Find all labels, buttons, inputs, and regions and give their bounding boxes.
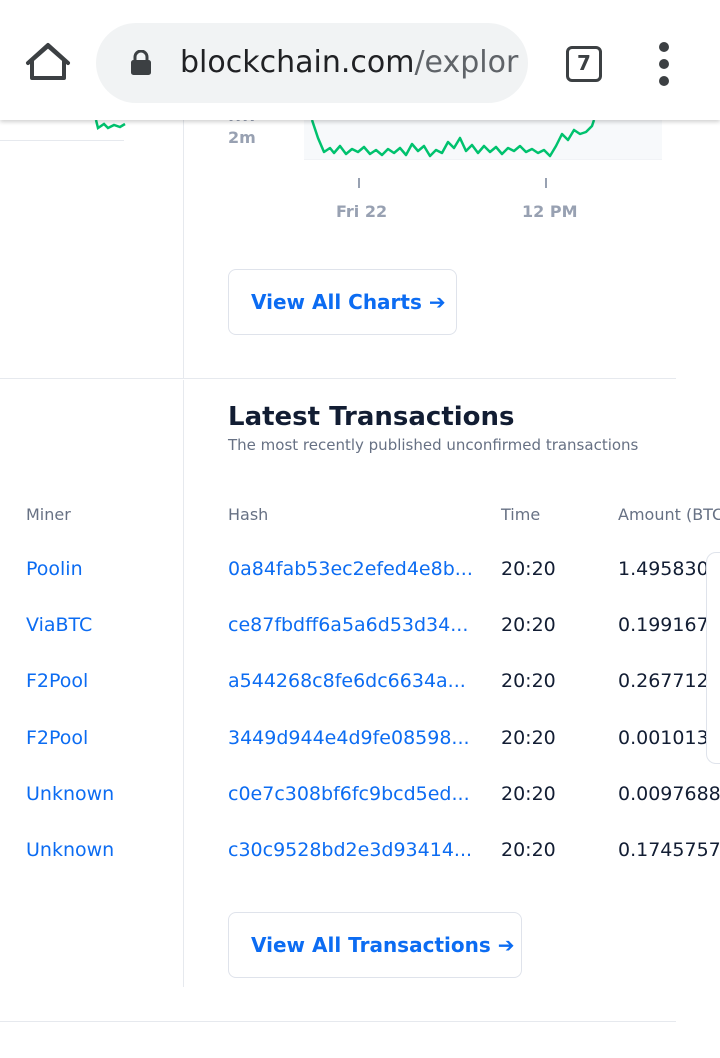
hash-link[interactable]: c30c9528bd2e3d93414...: [228, 838, 473, 862]
amount-value: 0.19916784: [618, 614, 720, 636]
column-header-amount: Amount (BTC: [618, 505, 720, 524]
section-title: Latest Transactions: [228, 402, 515, 432]
scroll-panel-edge[interactable]: [706, 552, 720, 764]
browser-toolbar: blockchain.com/explor 7: [0, 0, 720, 120]
x-tick-label: Fri 22: [336, 202, 388, 221]
hash-link[interactable]: ce87fbdff6a5a6d53d34...: [228, 613, 473, 637]
home-icon[interactable]: [24, 38, 72, 86]
time-value: 20:20: [501, 558, 556, 580]
lock-icon: [130, 49, 152, 76]
column-header-miner: Miner: [26, 505, 71, 524]
x-tick-mark: [358, 178, 360, 188]
section-subtitle: The most recently published unconfirmed …: [228, 436, 639, 454]
y-tick-label: 2m: [228, 128, 256, 147]
time-value: 20:20: [501, 614, 556, 636]
miner-link[interactable]: F2Pool: [26, 726, 88, 750]
column-header-hash: Hash: [228, 505, 269, 524]
miner-link[interactable]: Unknown: [26, 782, 114, 806]
x-tick-label: 12 PM: [522, 202, 578, 221]
amount-value: 1.49583082: [618, 558, 720, 580]
time-value: 20:20: [501, 783, 556, 805]
amount-value: 0.17457573: [618, 839, 720, 861]
miner-link[interactable]: F2Pool: [26, 669, 88, 693]
column-divider-bottom: [183, 380, 184, 987]
amount-value: 0.00976886: [618, 783, 720, 805]
hash-link[interactable]: 0a84fab53ec2efed4e8b...: [228, 557, 473, 581]
overflow-menu-icon[interactable]: [652, 42, 676, 86]
time-value: 20:20: [501, 670, 556, 692]
address-bar[interactable]: blockchain.com/explor: [96, 23, 528, 103]
section-divider: [0, 378, 676, 379]
hash-link[interactable]: 3449d944e4d9fe08598...: [228, 726, 473, 750]
url-text: blockchain.com/explor: [180, 45, 518, 81]
mempool-chart: ···· 2m Fri 22 12 PM: [0, 110, 720, 230]
x-tick-mark: [545, 178, 547, 188]
time-value: 20:20: [501, 839, 556, 861]
mini-chart-line: [94, 120, 126, 131]
hash-link[interactable]: c0e7c308bf6fc9bcd5ed...: [228, 782, 473, 806]
view-all-charts-button[interactable]: View All Charts ➔: [228, 269, 457, 335]
time-value: 20:20: [501, 727, 556, 749]
tab-switcher-button[interactable]: 7: [566, 46, 602, 82]
miner-link[interactable]: Poolin: [26, 557, 83, 581]
amount-value: 0.00101347: [618, 727, 720, 749]
column-header-time: Time: [501, 505, 541, 524]
miner-link[interactable]: Unknown: [26, 838, 114, 862]
url-host: blockchain.com: [180, 45, 415, 80]
hash-link[interactable]: a544268c8fe6dc6634a...: [228, 669, 473, 693]
bottom-divider: [0, 1021, 676, 1022]
view-all-transactions-button[interactable]: View All Transactions ➔: [228, 912, 522, 978]
url-path: /explor: [414, 45, 519, 80]
miner-link[interactable]: ViaBTC: [26, 613, 92, 637]
amount-value: 0.26771248: [618, 670, 720, 692]
